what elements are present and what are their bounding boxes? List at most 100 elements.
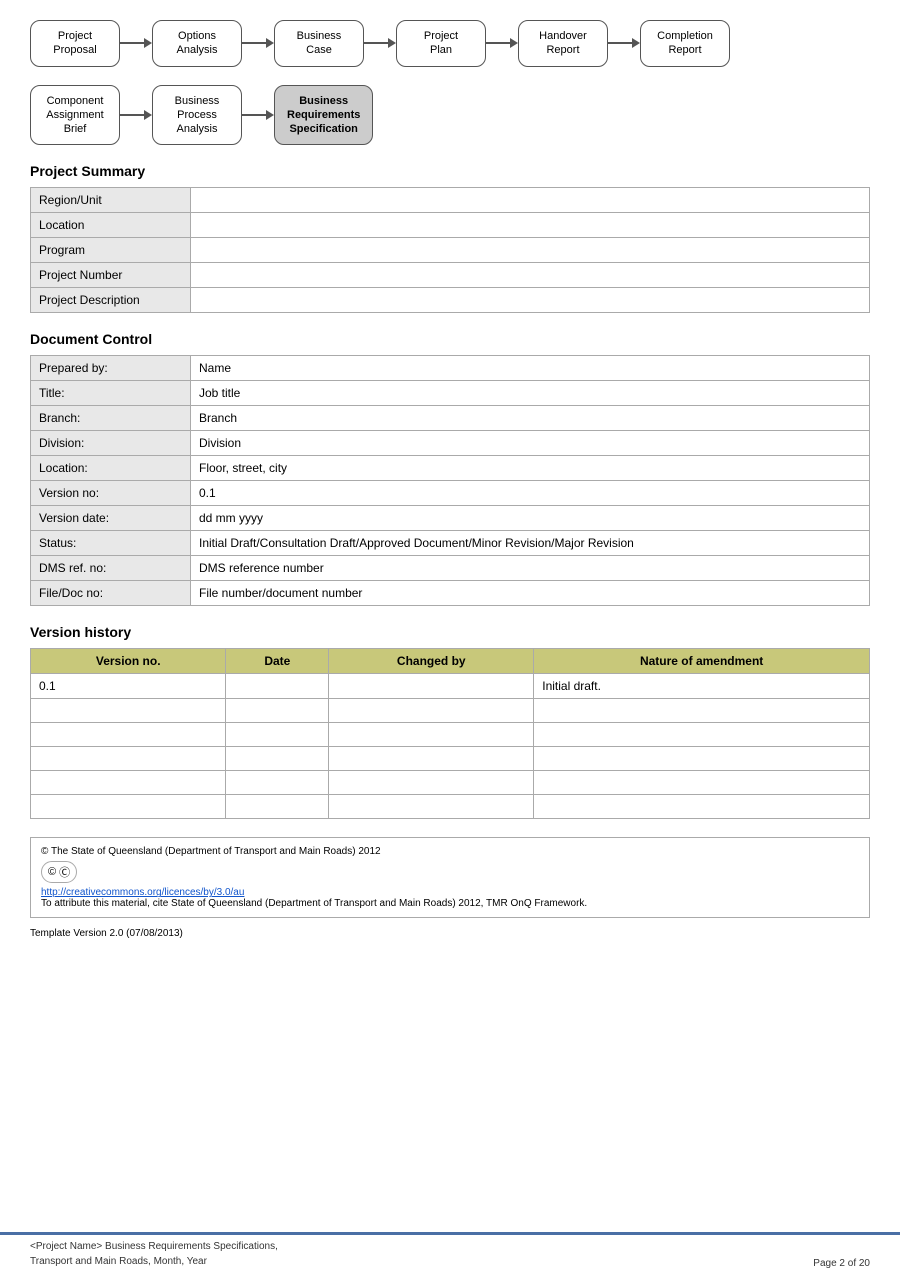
template-version: Template Version 2.0 (07/08/2013) xyxy=(30,928,870,939)
table-row: File/Doc no:File number/document number xyxy=(31,581,870,606)
flow-node-3: Project Plan xyxy=(396,20,486,67)
document-control-table: Prepared by:NameTitle:Job titleBranch:Br… xyxy=(30,355,870,606)
table-row: Title:Job title xyxy=(31,381,870,406)
cc-symbol2: Ⓒ xyxy=(59,864,70,880)
row-cell xyxy=(534,699,870,723)
page-bottom: <Project Name> Business Requirements Spe… xyxy=(0,1232,900,1273)
page-number: Page 2 of 20 xyxy=(813,1258,870,1269)
flow2-node-0: Component Assignment Brief xyxy=(30,85,120,146)
table-row: 0.1 Initial draft. xyxy=(31,674,870,699)
table-row: Branch:Branch xyxy=(31,406,870,431)
table-row: Division:Division xyxy=(31,431,870,456)
cc-symbol: © xyxy=(48,866,56,878)
flow-node-5: Completion Report xyxy=(640,20,730,67)
row-cell xyxy=(329,723,534,747)
flow-diagram-2: Component Assignment BriefBusiness Proce… xyxy=(30,85,870,146)
project-summary-title: Project Summary xyxy=(30,163,870,179)
column-header: Date xyxy=(226,649,329,674)
row-value xyxy=(191,263,870,288)
row-label: Program xyxy=(31,238,191,263)
row-value xyxy=(191,288,870,313)
column-header: Changed by xyxy=(329,649,534,674)
row-cell xyxy=(329,771,534,795)
row-label: Version no: xyxy=(31,481,191,506)
row-value: Branch xyxy=(191,406,870,431)
row-cell xyxy=(329,699,534,723)
footer-box: © The State of Queensland (Department of… xyxy=(30,837,870,918)
table-row: Program xyxy=(31,238,870,263)
cc-icon: © Ⓒ xyxy=(41,861,77,883)
row-cell xyxy=(329,674,534,699)
page-bottom-left: <Project Name> Business Requirements Spe… xyxy=(30,1239,278,1269)
table-row: DMS ref. no:DMS reference number xyxy=(31,556,870,581)
row-value: Name xyxy=(191,356,870,381)
row-label: Region/Unit xyxy=(31,188,191,213)
row-value: File number/document number xyxy=(191,581,870,606)
row-value xyxy=(191,188,870,213)
flow2-node-2: Business Requirements Specification xyxy=(274,85,373,146)
row-cell xyxy=(329,795,534,819)
version-history-table: Version no.DateChanged byNature of amend… xyxy=(30,648,870,819)
flow-arrow-3 xyxy=(486,38,518,48)
row-cell xyxy=(31,795,226,819)
cc-link[interactable]: http://creativecommons.org/licences/by/3… xyxy=(41,887,244,898)
table-row: Region/Unit xyxy=(31,188,870,213)
table-row: Status:Initial Draft/Consultation Draft/… xyxy=(31,531,870,556)
row-label: Version date: xyxy=(31,506,191,531)
row-cell xyxy=(226,771,329,795)
row-cell xyxy=(31,723,226,747)
table-row: Location:Floor, street, city xyxy=(31,456,870,481)
row-value xyxy=(191,238,870,263)
row-label: Title: xyxy=(31,381,191,406)
flow-node-0: Project Proposal xyxy=(30,20,120,67)
row-cell xyxy=(534,795,870,819)
table-row: Prepared by:Name xyxy=(31,356,870,381)
row-cell xyxy=(31,699,226,723)
column-header: Version no. xyxy=(31,649,226,674)
table-row xyxy=(31,723,870,747)
flow-node-4: Handover Report xyxy=(518,20,608,67)
row-cell xyxy=(329,747,534,771)
row-label: DMS ref. no: xyxy=(31,556,191,581)
copyright-text: © The State of Queensland (Department of… xyxy=(41,846,859,857)
row-cell: 0.1 xyxy=(31,674,226,699)
row-value: Initial Draft/Consultation Draft/Approve… xyxy=(191,531,870,556)
document-control-title: Document Control xyxy=(30,331,870,347)
row-label: Division: xyxy=(31,431,191,456)
row-cell xyxy=(534,747,870,771)
flow-node-2: Business Case xyxy=(274,20,364,67)
row-label: File/Doc no: xyxy=(31,581,191,606)
row-cell xyxy=(226,795,329,819)
table-row xyxy=(31,771,870,795)
row-label: Project Number xyxy=(31,263,191,288)
version-history-title: Version history xyxy=(30,624,870,640)
row-cell xyxy=(534,723,870,747)
flow-diagram-1: Project Proposal Options Analysis Business… xyxy=(30,20,870,67)
row-label: Location xyxy=(31,213,191,238)
flow-node-1: Options Analysis xyxy=(152,20,242,67)
project-summary-table: Region/UnitLocationProgramProject Number… xyxy=(30,187,870,313)
row-label: Project Description xyxy=(31,288,191,313)
table-row xyxy=(31,699,870,723)
row-value: DMS reference number xyxy=(191,556,870,581)
row-label: Branch: xyxy=(31,406,191,431)
row-cell: Initial draft. xyxy=(534,674,870,699)
flow-arrow-1 xyxy=(242,38,274,48)
row-cell xyxy=(31,747,226,771)
attribution-text: To attribute this material, cite State o… xyxy=(41,898,859,909)
flow2-arrow-0 xyxy=(120,110,152,120)
flow-arrow-0 xyxy=(120,38,152,48)
row-cell xyxy=(226,674,329,699)
row-cell xyxy=(226,723,329,747)
row-value: Floor, street, city xyxy=(191,456,870,481)
table-row: Version date:dd mm yyyy xyxy=(31,506,870,531)
row-label: Status: xyxy=(31,531,191,556)
table-row: Project Description xyxy=(31,288,870,313)
table-row: Location xyxy=(31,213,870,238)
flow-arrow-2 xyxy=(364,38,396,48)
row-value xyxy=(191,213,870,238)
table-row: Version no:0.1 xyxy=(31,481,870,506)
row-value: Division xyxy=(191,431,870,456)
row-value: dd mm yyyy xyxy=(191,506,870,531)
page-bottom-line1: <Project Name> Business Requirements Spe… xyxy=(30,1239,278,1254)
